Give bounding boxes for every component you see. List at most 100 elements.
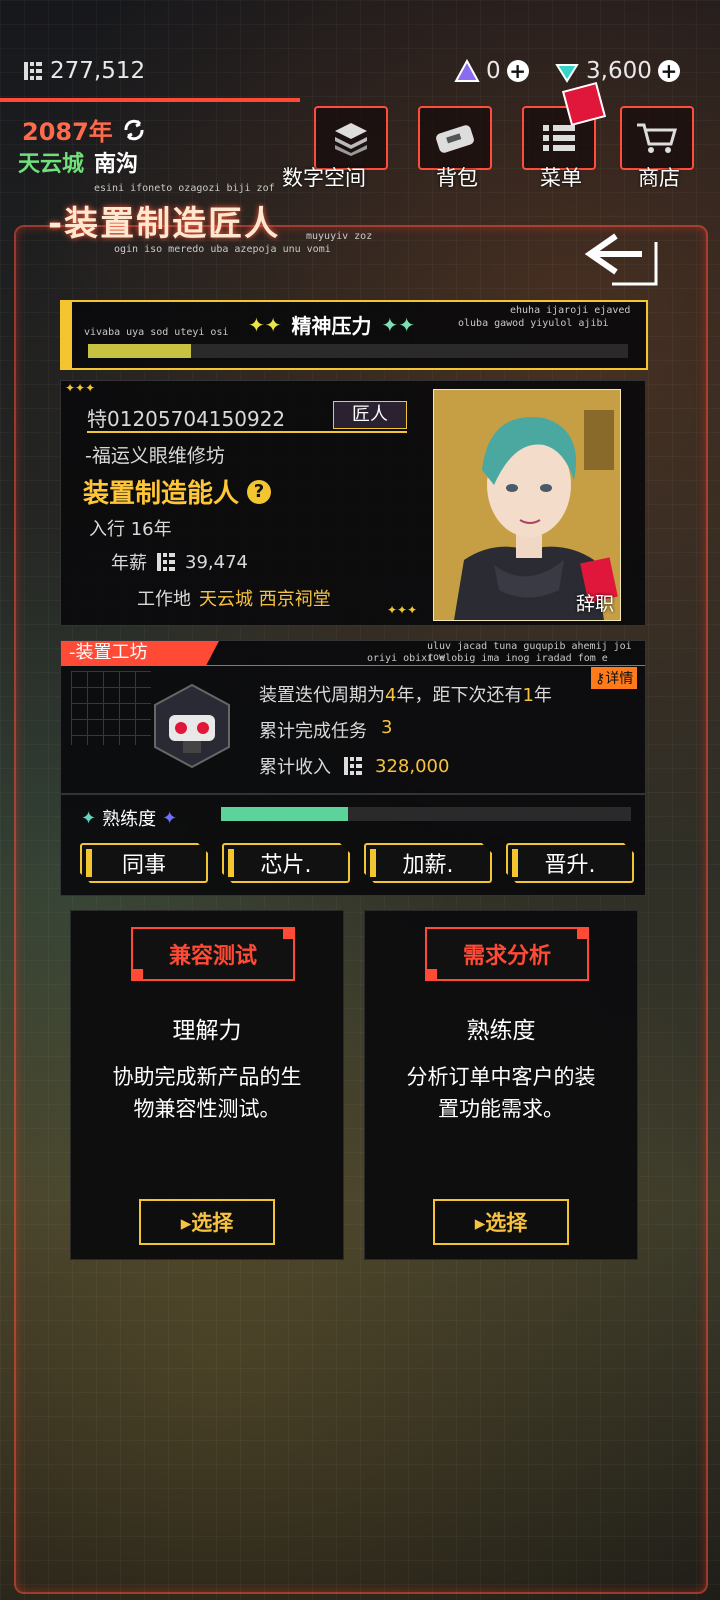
shop-button[interactable]	[620, 106, 694, 170]
stress-panel: vivaba uya sod uteyi osi ✦✦ 精神压力 ✦✦ ehuh…	[60, 300, 648, 370]
stress-accent	[62, 302, 72, 368]
stress-label: 精神压力	[291, 314, 372, 338]
career-years: 入行 16年	[89, 519, 172, 540]
divider	[87, 431, 407, 433]
stress-small-right-2: oluba gawod yiyulol ajibi	[458, 318, 609, 329]
location-display: 天云城 南沟	[18, 146, 138, 178]
mastery-label: 熟练度	[102, 809, 157, 830]
next-turn-icon[interactable]	[121, 117, 147, 143]
stress-small-left: vivaba uya sod uteyi osi	[84, 327, 229, 338]
menu-label: 菜单	[540, 166, 582, 190]
character-avatar	[434, 390, 620, 620]
task-skill: 熟练度	[466, 1018, 536, 1044]
back-button[interactable]	[582, 228, 662, 288]
shop-label: 商店	[638, 166, 680, 190]
gem-b-icon	[555, 64, 579, 83]
title-small-right: muyuyiv zoz	[306, 231, 373, 242]
money-display: 277,512	[22, 58, 145, 84]
sparkle-icon: ✦✦	[248, 312, 282, 337]
money-value: 277,512	[50, 58, 146, 84]
mastery-bar	[221, 807, 631, 821]
tasks-value: 3	[381, 717, 393, 738]
menu-icon	[543, 125, 575, 151]
task-title: 需求分析	[425, 927, 589, 981]
job-title: 装置制造能人	[83, 479, 240, 509]
help-icon[interactable]: ?	[247, 479, 272, 504]
sparkle-icon: ✦✦✦	[65, 381, 96, 395]
add-gem-b-icon[interactable]: +	[657, 60, 680, 82]
digital-space-button[interactable]	[314, 106, 388, 170]
company-name: -福运义眼维修坊	[85, 445, 225, 467]
bag-button[interactable]	[418, 106, 492, 170]
back-arrow-icon	[584, 233, 658, 286]
task-description: 协助完成新产品的生物兼容性测试。	[112, 1065, 302, 1121]
workplace-label: 工作地	[137, 589, 191, 610]
grid-decoration	[71, 671, 151, 745]
header-accent-line	[0, 98, 300, 102]
gem-b-value: 3,600	[586, 58, 652, 84]
workshop-small-2: oriyi obixi elobig ima inog iradad fom e	[367, 653, 608, 664]
rank-badge: 匠人	[333, 401, 407, 429]
detail-label: 详情	[605, 671, 634, 687]
income-row: 累计收入 328,000	[259, 753, 449, 779]
job-title-row: 装置制造能人 ?	[83, 473, 272, 510]
character-portrait: 辞职	[433, 389, 621, 621]
cycle-text: 装置迭代周期为4年，距下次还有1年	[259, 685, 552, 706]
bag-icon	[436, 125, 474, 153]
chip-button[interactable]: 芯片.	[222, 843, 350, 883]
task-card-requirements[interactable]: 需求分析 熟练度 分析订单中客户的装置功能需求。 ▸选择	[364, 910, 638, 1260]
page-title: -装置制造匠人	[48, 204, 281, 244]
sparkle-icon: ✦✦✦	[387, 603, 418, 617]
income-value: 328,000	[375, 755, 450, 777]
bag-label: 背包	[436, 166, 478, 190]
workshop-header: -装置工坊	[61, 641, 219, 665]
task-skill: 理解力	[172, 1018, 242, 1044]
title-small-bottom: ogin iso meredo uba azepoja unu vomi	[114, 244, 331, 255]
stress-title: ✦✦ 精神压力 ✦✦	[248, 310, 415, 339]
money-icon	[22, 60, 44, 82]
select-button[interactable]: ▸选择	[433, 1199, 569, 1245]
date-display: 2087年	[22, 112, 147, 147]
digital-space-label: 数字空间	[282, 166, 366, 190]
salary-value: 39,474	[185, 551, 248, 573]
gem-b-display: 3,600 +	[554, 58, 680, 84]
salary-label: 年薪	[111, 553, 147, 574]
raise-button[interactable]: 加薪.	[364, 843, 492, 883]
promote-button[interactable]: 晋升.	[506, 843, 634, 883]
add-gem-a-icon[interactable]: +	[506, 60, 529, 82]
money-icon	[157, 553, 175, 571]
tasks-label: 累计完成任务	[259, 721, 367, 742]
stress-bar-fill	[88, 344, 191, 358]
device-icon	[154, 683, 230, 769]
money-icon	[344, 757, 362, 775]
cart-icon	[637, 123, 677, 153]
select-button[interactable]: ▸选择	[139, 1199, 275, 1245]
key-icon: ⚷	[595, 671, 606, 687]
stress-bar	[88, 344, 628, 358]
city-label: 天云城	[18, 152, 85, 177]
tasks-row: 累计完成任务 3	[259, 717, 392, 743]
sparkle-icon: ✦	[81, 807, 97, 829]
mastery-title: ✦ 熟练度 ✦	[81, 805, 177, 831]
profile-card: ✦✦✦ 特01205704150922 匠人 -福运义眼维修坊 装置制造能人 ?…	[60, 380, 646, 626]
layers-icon	[335, 123, 367, 156]
coworker-button[interactable]: 同事	[80, 843, 208, 883]
gem-a-display: 0 +	[454, 58, 529, 84]
resign-button[interactable]: 辞职	[576, 589, 614, 616]
divider	[61, 665, 645, 666]
task-description: 分析订单中客户的装置功能需求。	[406, 1065, 596, 1121]
sparkle-icon: ✦	[162, 807, 178, 829]
workplace-row: 工作地 天云城 西京祠堂	[137, 585, 331, 611]
stress-small-right-1: ehuha ijaroji ejaved	[510, 305, 631, 316]
workshop-panel: -装置工坊 uluv jacad tuna guqupib ahemij joi…	[60, 640, 646, 794]
task-card-compat[interactable]: 兼容测试 理解力 协助完成新产品的生物兼容性测试。 ▸选择	[70, 910, 344, 1260]
task-title: 兼容测试	[131, 927, 295, 981]
year-label: 2087年	[22, 118, 113, 146]
worker-id: 特01205704150922	[87, 407, 286, 431]
income-label: 累计收入	[259, 757, 331, 778]
mastery-bar-fill	[221, 807, 349, 821]
workplace-value: 天云城 西京祠堂	[199, 589, 331, 610]
gem-a-value: 0	[486, 58, 501, 84]
district-label: 南沟	[94, 152, 139, 177]
detail-button[interactable]: ⚷详情	[591, 667, 638, 689]
